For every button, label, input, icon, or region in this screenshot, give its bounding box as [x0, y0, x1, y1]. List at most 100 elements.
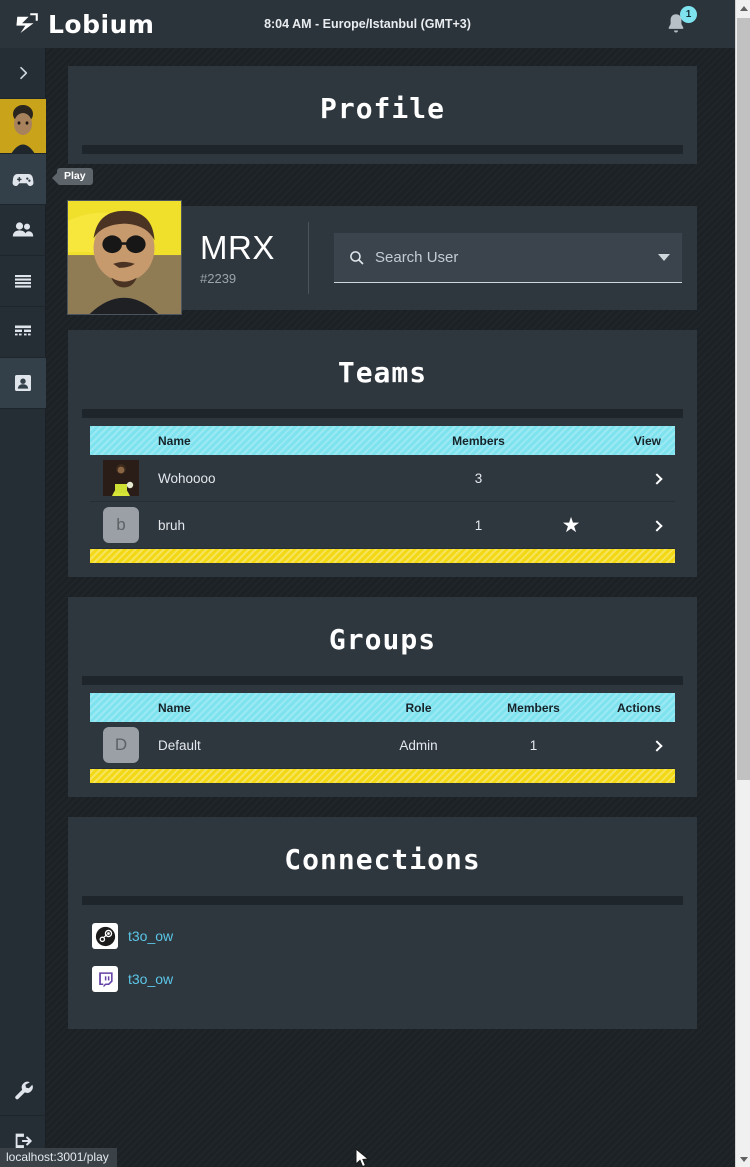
group-avatar-cell: D: [90, 727, 152, 763]
table-row[interactable]: Wohoooo 3: [90, 455, 675, 502]
sidebar-rail: [0, 48, 46, 1167]
title-divider: [82, 145, 683, 154]
teams-table-header: Name Members View: [90, 426, 675, 455]
th-members: Members: [452, 433, 505, 448]
twitch-icon: [98, 971, 113, 987]
team-members: 3: [474, 470, 483, 486]
wrench-icon: [14, 1081, 33, 1099]
keyboard-icon: [15, 325, 31, 336]
notifications-button[interactable]: 1: [663, 6, 697, 39]
connection-username: t3o_ow: [128, 971, 174, 987]
search-user-box[interactable]: [334, 233, 682, 283]
scroll-up-button[interactable]: [736, 0, 750, 16]
vertical-scrollbar[interactable]: [735, 0, 750, 1167]
profile-header-card: Profile: [68, 66, 697, 164]
sidebar-item-avatar[interactable]: [0, 99, 46, 154]
th-actions: Actions: [616, 700, 661, 715]
scrollbar-thumb[interactable]: [737, 18, 750, 780]
sidebar-item-tournaments[interactable]: [0, 307, 46, 358]
sidebar-expand-button[interactable]: [0, 48, 46, 99]
profile-summary: MRX #2239: [67, 200, 697, 315]
teams-divider: [82, 409, 683, 418]
brand-logo[interactable]: Lobium: [14, 10, 154, 39]
lobium-logo-icon: [16, 13, 38, 33]
connection-username: t3o_ow: [128, 928, 174, 944]
sidebar-item-profile[interactable]: [0, 358, 46, 409]
connections-list: t3o_ow t3o_ow: [68, 905, 697, 1015]
th-view: View: [633, 433, 661, 448]
teams-card: Teams Name Members View Wohoooo 3 b bruh…: [68, 330, 697, 577]
profile-username: MRX: [200, 228, 275, 266]
groups-divider: [82, 676, 683, 685]
groups-table-footer-bar: [90, 769, 675, 783]
main-content: Profile MRX #2239 Search User Teams Name…: [46, 48, 735, 1167]
table-row[interactable]: D Default Admin 1: [90, 722, 675, 769]
sidebar-item-settings[interactable]: [0, 1065, 46, 1116]
steam-icon-wrap: [92, 923, 118, 949]
chevron-right-icon: [651, 519, 663, 532]
notification-badge: 1: [680, 6, 697, 23]
connections-card: Connections t3o_ow t3o_ow: [68, 817, 697, 1029]
team-avatar-cell: [90, 460, 152, 496]
sidebar-item-lobbies[interactable]: [0, 256, 46, 307]
team-view-button[interactable]: [606, 471, 663, 486]
th-name: Name: [158, 433, 191, 448]
status-bar-url: localhost:3001/play: [0, 1148, 117, 1167]
teams-title: Teams: [337, 356, 428, 389]
sidebar-tooltip: Play: [52, 168, 93, 185]
chevron-right-icon: [20, 66, 28, 80]
team-view-button[interactable]: [606, 518, 663, 533]
star-icon: ★: [561, 513, 581, 537]
triangle-down-icon: [739, 1156, 748, 1162]
search-area: [309, 206, 697, 310]
sidebar-item-friends[interactable]: [0, 205, 46, 256]
table-row[interactable]: b bruh 1 ★: [90, 502, 675, 549]
chevron-right-icon: [651, 739, 663, 752]
sidebar-item-play[interactable]: [0, 154, 46, 205]
team-name: Wohoooo: [158, 470, 216, 486]
group-avatar-letter: D: [103, 727, 139, 763]
connections-title: Connections: [284, 843, 481, 876]
connections-divider: [82, 896, 683, 905]
triangle-up-icon: [739, 5, 748, 11]
group-name: Default: [158, 737, 201, 753]
th-name: Name: [158, 700, 191, 715]
th-role: Role: [405, 700, 432, 715]
team-avatar-cell: b: [90, 507, 152, 543]
top-bar: Lobium 8:04 AM - Europe/Istanbul (GMT+3)…: [0, 0, 735, 48]
browser-window: Lobium 8:04 AM - Europe/Istanbul (GMT+3)…: [0, 0, 750, 1167]
teams-table: Name Members View Wohoooo 3 b bruh 1 ★: [90, 426, 675, 563]
twitch-icon-wrap: [92, 966, 118, 992]
teams-table-footer-bar: [90, 549, 675, 563]
chevron-right-icon: [651, 472, 663, 485]
groups-title: Groups: [328, 623, 437, 656]
groups-card: Groups Name Role Members Actions D Defau…: [68, 597, 697, 797]
profile-identity: MRX #2239: [182, 206, 290, 310]
list-lines-icon: [15, 275, 31, 288]
user-avatar-image: [0, 99, 46, 153]
groups-table: Name Role Members Actions D Default Admi…: [90, 693, 675, 783]
search-input[interactable]: [375, 249, 648, 266]
team-avatar-letter: b: [103, 507, 139, 543]
chevron-down-icon[interactable]: [658, 254, 670, 261]
group-view-button[interactable]: [591, 738, 663, 753]
profile-photo[interactable]: [67, 200, 182, 315]
profile-tag: #2239: [200, 270, 237, 286]
page-title: Profile: [319, 92, 445, 125]
group-role: Admin: [399, 737, 438, 753]
mouse-cursor: [355, 1148, 370, 1167]
list-item[interactable]: t3o_ow: [92, 923, 697, 949]
brand-name: Lobium: [48, 9, 155, 39]
team-favorite-cell[interactable]: ★: [536, 515, 606, 536]
groups-table-header: Name Role Members Actions: [90, 693, 675, 722]
team-members: 1: [474, 517, 483, 533]
steam-icon: [95, 926, 115, 946]
profile-card-icon: [15, 375, 31, 391]
team-avatar-image: [103, 460, 139, 496]
users-icon: [12, 222, 34, 237]
scroll-down-button[interactable]: [736, 1151, 750, 1167]
group-members: 1: [529, 737, 538, 753]
team-name: bruh: [158, 517, 186, 533]
search-icon: [350, 251, 364, 265]
list-item[interactable]: t3o_ow: [92, 966, 697, 992]
